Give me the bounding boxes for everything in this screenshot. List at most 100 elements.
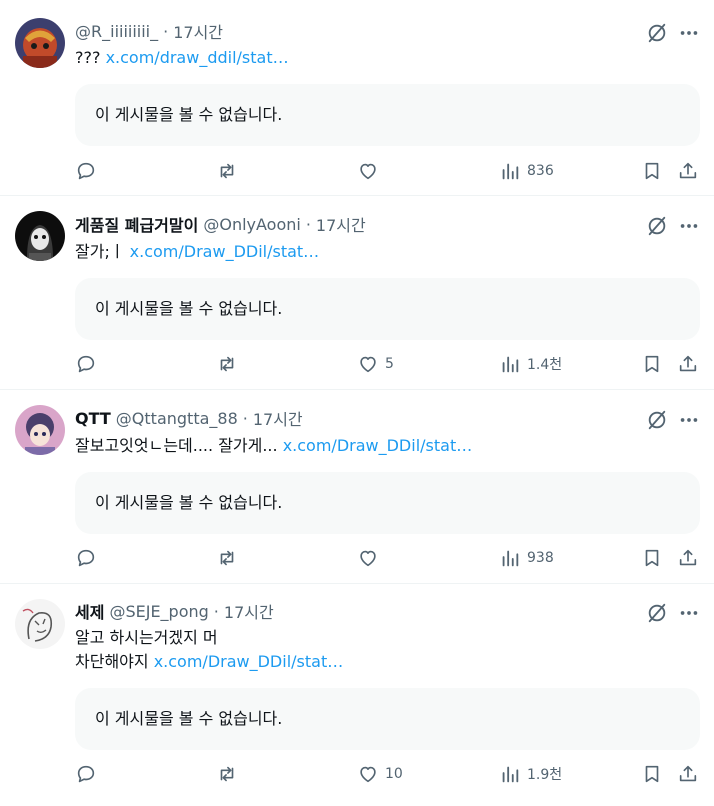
post-link[interactable]: x.com/draw_ddil/stat… — [106, 48, 289, 67]
bookmark-button[interactable] — [641, 159, 663, 183]
user-handle[interactable]: @R_iiiiiiiii_ — [75, 22, 158, 41]
repost-button[interactable] — [216, 159, 238, 183]
heart-icon — [360, 766, 376, 783]
share-icon — [679, 765, 697, 782]
share-button[interactable] — [677, 762, 699, 786]
user-name[interactable]: QTT — [75, 409, 111, 428]
views-button[interactable]: 1.9천 — [499, 762, 562, 786]
views-icon — [502, 766, 519, 783]
views-button[interactable]: 938 — [499, 546, 554, 570]
views-button[interactable]: 1.4천 — [499, 352, 562, 376]
views-icon — [502, 356, 519, 373]
post-time[interactable]: 17시간 — [224, 599, 274, 623]
action-bar: 10 1.9천 — [75, 762, 705, 786]
grok-icon[interactable] — [646, 22, 668, 44]
like-count: 10 — [385, 766, 403, 782]
separator-dot: · — [213, 601, 219, 621]
post-text-line: 알고 하시는거겠지 머 — [75, 628, 218, 647]
reply-button[interactable] — [75, 352, 97, 376]
quote-unavailable-text: 이 게시물을 볼 수 없습니다. — [95, 299, 283, 318]
quote-unavailable-text: 이 게시물을 볼 수 없습니다. — [95, 105, 283, 124]
reply-icon — [77, 549, 95, 567]
repost-button[interactable] — [216, 546, 238, 570]
reply-button[interactable] — [75, 762, 97, 786]
user-handle[interactable]: @Qttangtta_88 — [116, 409, 238, 428]
user-handle[interactable]: @SEJE_pong — [109, 602, 208, 621]
reply-button[interactable] — [75, 159, 97, 183]
avatar[interactable] — [15, 18, 65, 68]
like-button[interactable]: 10 — [357, 762, 403, 786]
share-icon — [679, 162, 697, 179]
share-button[interactable] — [677, 159, 699, 183]
reply-button[interactable] — [75, 546, 97, 570]
post[interactable]: QTT @Qttangtta_88 · 17시간 잘보고잇엇ㄴ는데.... 잘가… — [0, 390, 714, 584]
post-text-content: 잘가;ㅣ — [75, 242, 125, 261]
repost-icon — [220, 766, 234, 782]
bookmark-icon — [645, 549, 659, 567]
bookmark-icon — [645, 765, 659, 783]
share-button[interactable] — [677, 546, 699, 570]
action-bar: 938 — [75, 546, 705, 570]
repost-button[interactable] — [216, 762, 238, 786]
more-icon[interactable] — [678, 409, 700, 431]
share-button[interactable] — [677, 352, 699, 376]
quote-unavailable-text: 이 게시물을 볼 수 없습니다. — [95, 709, 283, 728]
views-icon — [502, 163, 519, 180]
view-count: 1.4천 — [527, 357, 563, 373]
action-bar: 836 — [75, 159, 705, 183]
share-icon — [679, 355, 697, 372]
more-icon[interactable] — [678, 22, 700, 44]
heart-icon — [360, 356, 376, 373]
like-button[interactable] — [357, 546, 385, 570]
post-header: QTT @Qttangtta_88 · 17시간 — [75, 406, 303, 430]
views-button[interactable]: 836 — [499, 159, 554, 183]
avatar[interactable] — [15, 405, 65, 455]
user-name[interactable]: 게품질 폐급거말이 — [75, 212, 198, 236]
post-link[interactable]: x.com/Draw_DDil/stat… — [130, 242, 320, 261]
post-time[interactable]: 17시간 — [316, 212, 366, 236]
bookmark-button[interactable] — [641, 352, 663, 376]
repost-icon — [220, 163, 234, 179]
grok-icon[interactable] — [646, 602, 668, 624]
post[interactable]: 세제 @SEJE_pong · 17시간 알고 하시는거겠지 머 차단해야지 x… — [0, 584, 714, 806]
post[interactable]: 게품질 폐급거말이 @OnlyAooni · 17시간 잘가;ㅣ x.com/D… — [0, 196, 714, 390]
quote-unavailable[interactable]: 이 게시물을 볼 수 없습니다. — [75, 688, 700, 750]
repost-icon — [220, 356, 234, 372]
repost-icon — [220, 550, 234, 566]
separator-dot: · — [242, 408, 248, 428]
post-link[interactable]: x.com/Draw_DDil/stat… — [154, 652, 344, 671]
like-button[interactable]: 5 — [357, 352, 394, 376]
grok-icon[interactable] — [646, 409, 668, 431]
bookmark-button[interactable] — [641, 546, 663, 570]
more-icon[interactable] — [678, 602, 700, 624]
post-header: 세제 @SEJE_pong · 17시간 — [75, 599, 274, 623]
view-count: 1.9천 — [527, 767, 563, 783]
heart-icon — [360, 163, 376, 180]
repost-button[interactable] — [216, 352, 238, 376]
like-count: 5 — [385, 356, 394, 372]
post[interactable]: @R_iiiiiiiii_ · 17시간 ??? x.com/draw_ddil… — [0, 0, 714, 196]
timeline-feed: @R_iiiiiiiii_ · 17시간 ??? x.com/draw_ddil… — [0, 0, 714, 806]
user-name[interactable]: 세제 — [75, 599, 104, 623]
post-time[interactable]: 17시간 — [173, 19, 223, 43]
reply-icon — [77, 765, 95, 783]
bookmark-button[interactable] — [641, 762, 663, 786]
view-count: 836 — [527, 163, 554, 179]
grok-icon[interactable] — [646, 215, 668, 237]
quote-unavailable[interactable]: 이 게시물을 볼 수 없습니다. — [75, 472, 700, 534]
reply-icon — [77, 355, 95, 373]
reply-icon — [77, 162, 95, 180]
post-link[interactable]: x.com/Draw_DDil/stat… — [283, 436, 473, 455]
avatar[interactable] — [15, 211, 65, 261]
heart-icon — [360, 550, 376, 567]
more-icon[interactable] — [678, 215, 700, 237]
like-button[interactable] — [357, 159, 385, 183]
post-time[interactable]: 17시간 — [253, 406, 303, 430]
post-text-content: 잘보고잇엇ㄴ는데.... 잘가게... — [75, 436, 278, 455]
share-icon — [679, 549, 697, 566]
quote-unavailable[interactable]: 이 게시물을 볼 수 없습니다. — [75, 84, 700, 146]
user-handle[interactable]: @OnlyAooni — [203, 215, 300, 234]
avatar[interactable] — [15, 599, 65, 649]
post-text-content: ??? — [75, 48, 101, 67]
quote-unavailable[interactable]: 이 게시물을 볼 수 없습니다. — [75, 278, 700, 340]
